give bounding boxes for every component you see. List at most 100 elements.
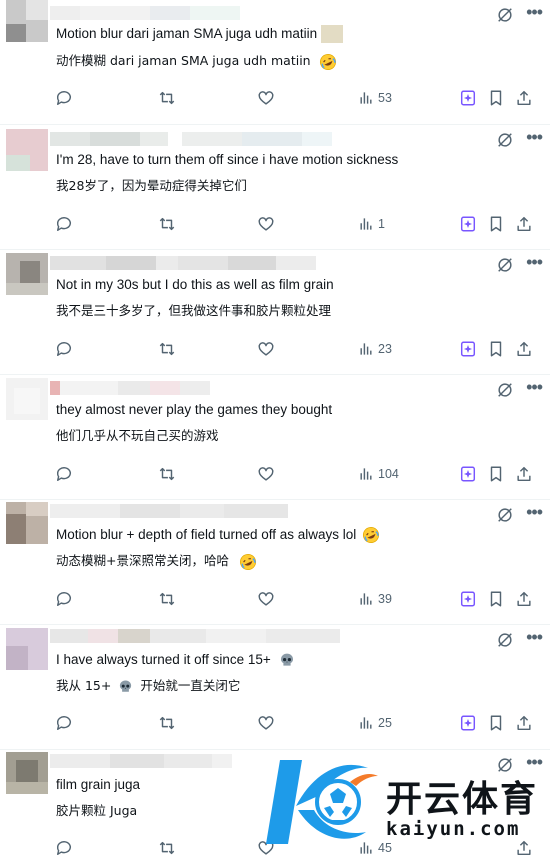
reply-button[interactable] (55, 713, 73, 733)
grok-button[interactable] (459, 339, 477, 359)
rofl-emoji-icon (363, 527, 380, 544)
bookmark-button[interactable] (487, 339, 505, 359)
more-icon[interactable]: ••• (526, 3, 543, 21)
more-icon[interactable]: ••• (526, 253, 543, 271)
tweet-translation: 动态模糊+景深照常关闭，哈哈 (56, 552, 257, 571)
tweet-reply[interactable]: Not in my 30s but I do this as well as f… (0, 250, 550, 375)
views-count: 53 (378, 91, 392, 105)
bookmark-icon (490, 341, 502, 357)
bookmark-button[interactable] (487, 589, 505, 609)
reply-button[interactable] (55, 88, 73, 108)
views-icon (360, 343, 372, 355)
watermark-domain-text: kaiyun.com (386, 818, 521, 840)
avatar[interactable] (6, 502, 48, 544)
views-button[interactable]: 1 (358, 214, 385, 234)
more-icon[interactable]: ••• (526, 503, 543, 521)
tweet-text: I have always turned it off since 15+ (56, 651, 295, 669)
like-button[interactable] (257, 339, 275, 359)
grok-icon (460, 90, 476, 106)
reply-button[interactable] (55, 838, 73, 858)
bookmark-button[interactable] (487, 88, 505, 108)
grok-button[interactable] (459, 589, 477, 609)
tweet-text: Motion blur + depth of field turned off … (56, 526, 380, 544)
retweet-button[interactable] (158, 713, 176, 733)
rofl-emoji-icon (319, 53, 336, 70)
views-button[interactable]: 25 (358, 713, 392, 733)
display-name-blurred[interactable] (50, 754, 232, 768)
views-button[interactable]: 53 (358, 88, 392, 108)
display-name-blurred[interactable] (50, 504, 288, 518)
retweet-button[interactable] (158, 214, 176, 234)
bookmark-button[interactable] (487, 464, 505, 484)
views-icon (360, 218, 372, 230)
views-count: 104 (378, 467, 399, 481)
display-name-blurred[interactable] (50, 132, 332, 146)
views-button[interactable]: 104 (358, 464, 399, 484)
retweet-button[interactable] (158, 88, 176, 108)
bookmark-button[interactable] (487, 214, 505, 234)
share-button[interactable] (515, 589, 533, 609)
grok-button[interactable] (459, 88, 477, 108)
tweet-reply[interactable]: Motion blur dari jaman SMA juga udh mati… (0, 0, 550, 125)
more-icon[interactable]: ••• (526, 628, 543, 646)
grok-button[interactable] (459, 214, 477, 234)
reply-button[interactable] (55, 464, 73, 484)
translate-off-icon[interactable] (496, 631, 514, 649)
grok-button[interactable] (459, 464, 477, 484)
share-icon (517, 341, 531, 357)
translate-off-icon[interactable] (496, 256, 514, 274)
reply-button[interactable] (55, 214, 73, 234)
like-button[interactable] (257, 88, 275, 108)
avatar[interactable] (6, 253, 48, 295)
avatar[interactable] (6, 752, 48, 794)
share-button[interactable] (515, 464, 533, 484)
tweet-reply[interactable]: they almost never play the games they bo… (0, 375, 550, 500)
tweet-reply[interactable]: Motion blur + depth of field turned off … (0, 500, 550, 625)
display-name-blurred[interactable] (50, 256, 316, 270)
more-icon[interactable]: ••• (526, 378, 543, 396)
display-name-blurred[interactable] (50, 381, 210, 395)
retweet-button[interactable] (158, 339, 176, 359)
views-button[interactable]: 23 (358, 339, 392, 359)
like-button[interactable] (257, 713, 275, 733)
retweet-button[interactable] (158, 838, 176, 858)
tweet-reply[interactable]: I'm 28, have to turn them off since i ha… (0, 125, 550, 250)
avatar[interactable] (6, 129, 48, 171)
translate-off-icon[interactable] (496, 131, 514, 149)
reply-button[interactable] (55, 339, 73, 359)
tweet-text: Motion blur dari jaman SMA juga udh mati… (56, 25, 344, 44)
like-button[interactable] (257, 464, 275, 484)
views-icon (360, 92, 372, 104)
translate-off-icon[interactable] (496, 506, 514, 524)
more-icon[interactable]: ••• (526, 128, 543, 146)
tweet-reply[interactable]: I have always turned it off since 15+ 我从… (0, 625, 550, 750)
like-button[interactable] (257, 214, 275, 234)
avatar[interactable] (6, 378, 48, 420)
like-button[interactable] (257, 589, 275, 609)
reply-button[interactable] (55, 589, 73, 609)
tweet-actions: 25 (0, 713, 550, 733)
reply-icon (56, 217, 71, 232)
translate-off-icon[interactable] (496, 381, 514, 399)
tweet-translation: 我从 15+ 开始就一直关闭它 (56, 678, 241, 693)
grok-button[interactable] (459, 713, 477, 733)
translate-off-icon[interactable] (496, 6, 514, 24)
tweet-translation: 动作模糊 dari jaman SMA juga udh matiin (56, 52, 337, 71)
avatar[interactable] (6, 628, 48, 670)
tweet-text: I'm 28, have to turn them off since i ha… (56, 152, 399, 167)
retweet-icon (159, 467, 175, 481)
reply-icon (56, 716, 71, 731)
skull-emoji-icon (120, 680, 132, 692)
retweet-button[interactable] (158, 589, 176, 609)
share-button[interactable] (515, 214, 533, 234)
avatar[interactable] (6, 0, 48, 42)
display-name-blurred[interactable] (50, 6, 240, 20)
retweet-button[interactable] (158, 464, 176, 484)
share-button[interactable] (515, 88, 533, 108)
share-button[interactable] (515, 713, 533, 733)
display-name-blurred[interactable] (50, 629, 340, 643)
tweet-text: film grain juga (56, 777, 141, 792)
views-button[interactable]: 39 (358, 589, 392, 609)
bookmark-button[interactable] (487, 713, 505, 733)
share-button[interactable] (515, 339, 533, 359)
